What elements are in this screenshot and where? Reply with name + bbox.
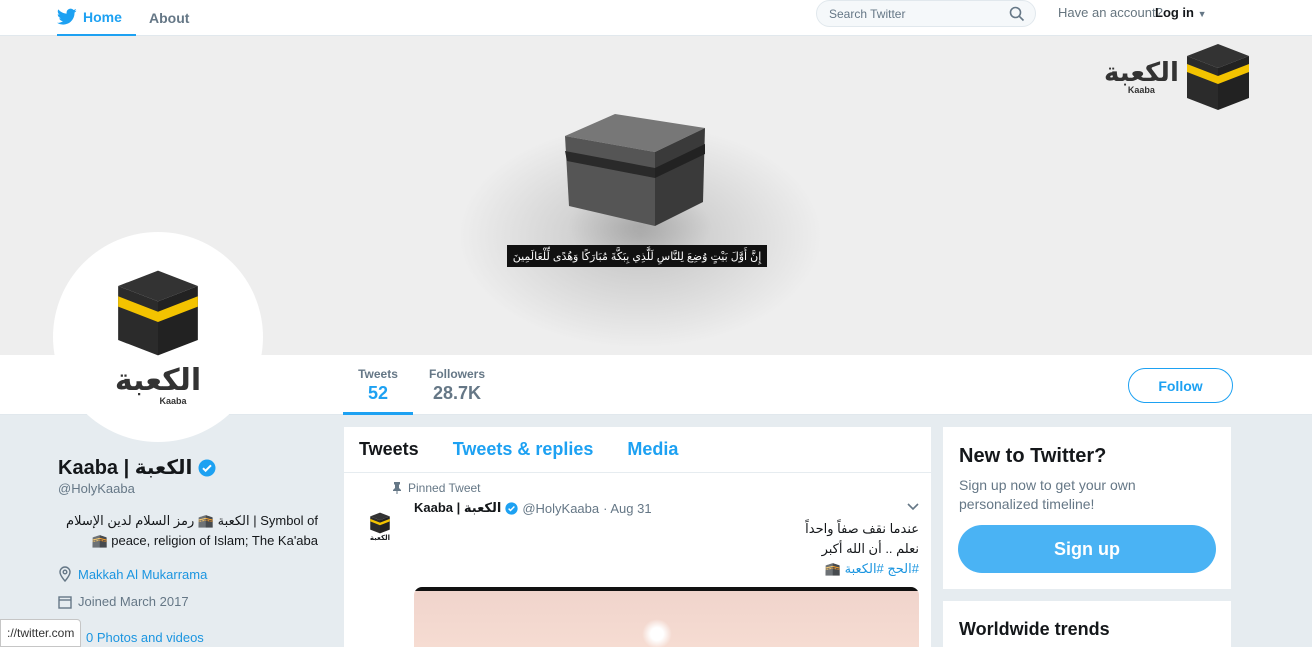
profile-joined: Joined March 2017 [58,594,189,609]
tab-media[interactable]: Media [627,439,678,460]
location-pin-icon [59,566,71,582]
banner-logo: الكعبة Kaaba [1104,42,1253,112]
photos-videos-link[interactable]: 0 Photos and videos [86,630,204,645]
verified-badge-icon [198,459,216,476]
tweet-avatar-arabic: الكعبة [369,535,391,542]
stat-tweets-count: 52 [367,383,389,403]
nav-home-label: Home [83,9,122,25]
caret-down-icon: ▼ [1197,9,1207,19]
profile-name-text: Kaaba | الكعبة [58,457,193,479]
profile-joined-text: Joined March 2017 [78,594,189,609]
avatar-logo-english: Kaaba [159,396,187,406]
tweet-hashtags[interactable]: #الحج #الكعبة 🕋 [414,559,919,579]
kaaba-logo-icon [370,512,390,534]
timeline: Tweets Tweets & replies Media Pinned Twe… [344,427,931,647]
avatar-logo-arabic: الكعبة [114,364,202,397]
twitter-bird-icon [57,8,77,25]
top-nav: Home About Have an account? Log in ▼ [0,0,1312,36]
timeline-tabs: Tweets Tweets & replies Media [344,427,931,473]
kaaba-sketch-icon [565,114,705,226]
banner-logo-arabic: الكعبة [1104,57,1179,87]
follow-button[interactable]: Follow [1128,368,1233,403]
tweet-line-1: عندما نقف صفاً واحداً [805,521,919,536]
tab-tweets-replies[interactable]: Tweets & replies [453,439,594,460]
nav-about[interactable]: About [149,0,189,36]
signup-button[interactable]: Sign up [958,525,1216,573]
search-input[interactable] [829,6,999,21]
nav-home[interactable]: Home [57,0,136,36]
profile-location-text: Makkah Al Mukarrama [78,566,208,582]
tab-tweets[interactable]: Tweets [359,439,419,460]
calendar-icon [58,595,72,609]
trends-card: Worldwide trends [943,601,1231,647]
verified-badge-icon [505,501,518,515]
pin-icon [393,482,401,494]
pinned-tweet-text: Pinned Tweet [408,481,481,495]
browser-status-bar: ://twitter.com [0,619,82,647]
banner-verse: إِنَّ أَوَّلَ بَيْتٍ وُضِعَ لِلنَّاسِ لَ… [507,245,767,267]
chevron-down-icon[interactable] [907,503,919,511]
profile-location[interactable]: Makkah Al Mukarrama [58,566,207,582]
tweet-avatar[interactable]: الكعبة [358,505,402,549]
trends-title: Worldwide trends [959,619,1110,639]
media-sun-glow [642,619,672,647]
signup-description: Sign up now to get your own personalized… [959,477,1136,512]
tweet-header: Kaaba | الكعبة @HolyKaaba · Aug 31 [414,500,652,516]
stat-followers-count: 28.7K [432,383,482,403]
profile-avatar[interactable]: الكعبة Kaaba [53,232,263,442]
profile-bio: الكعبة 🕋 رمز السلام لدين الإسلام | Symbo… [58,511,318,551]
pinned-tweet-label: Pinned Tweet [392,481,481,495]
stat-followers-label: Followers [428,367,485,381]
tweet-text: عندما نقف صفاً واحداً نعلم .. أن الله أك… [414,519,919,579]
tweet-media[interactable] [414,587,919,647]
bio-line-1: الكعبة 🕋 رمز السلام لدين الإسلام | Symbo… [66,513,318,528]
tweet-date[interactable]: · Aug 31 [603,501,651,516]
stat-followers[interactable]: Followers 28.7K [426,367,488,404]
bio-line-2: 🕋 peace, religion of Islam; The Ka'aba [91,533,318,548]
kaaba-logo-icon [118,270,198,356]
tweet-line-2: نعلم .. أن الله أكبر [821,541,919,556]
stat-tweets-label: Tweets [358,367,398,381]
have-account-text: Have an account? [1058,5,1163,20]
stat-tweets[interactable]: Tweets 52 [343,367,413,415]
search-icon[interactable] [1009,6,1025,22]
login-label: Log in [1155,5,1194,20]
signup-title: New to Twitter? [959,445,1107,467]
signup-card: New to Twitter? Sign up now to get your … [943,427,1231,589]
kaaba-logo-icon [1186,44,1249,110]
login-dropdown[interactable]: Log in ▼ [1155,5,1207,20]
profile-handle[interactable]: @HolyKaaba [58,481,135,496]
search-box [816,0,1036,27]
profile-name[interactable]: Kaaba | الكعبة [58,455,216,480]
tweet-author-handle[interactable]: @HolyKaaba [522,501,599,516]
tweet-author-name[interactable]: Kaaba | الكعبة [414,500,501,516]
